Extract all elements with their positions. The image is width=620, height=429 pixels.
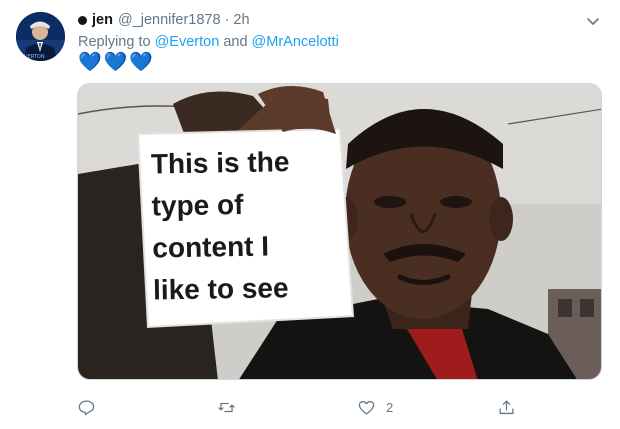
- tweet-image[interactable]: This is the type of content I like to se…: [77, 83, 602, 380]
- reply-button[interactable]: [77, 396, 96, 418]
- timestamp[interactable]: 2h: [233, 12, 249, 28]
- meme-line: content I: [152, 230, 270, 264]
- share-icon: [499, 400, 514, 414]
- avatar-image: EVERTON: [16, 12, 65, 61]
- svg-text:EVERTON: EVERTON: [21, 54, 45, 60]
- blue-heart-emoji: 💙: [78, 52, 102, 73]
- retweet-icon: [218, 402, 235, 412]
- meme-line: type of: [151, 188, 244, 222]
- tweet-card[interactable]: EVERTON jen @_jennifer1878 · 2h Replying…: [0, 0, 620, 429]
- user-handle[interactable]: @_jennifer1878: [118, 12, 221, 28]
- meme-line: This is the: [150, 146, 290, 180]
- mention-mrancelotti[interactable]: @MrAncelotti: [252, 34, 339, 50]
- meme-caption: This is the type of content I like to se…: [151, 140, 332, 311]
- heart-icon: [358, 400, 375, 414]
- chevron-down-icon[interactable]: [584, 12, 602, 30]
- tweet-actions: 2: [77, 396, 537, 418]
- share-button[interactable]: [497, 396, 516, 418]
- meme-line: like to see: [152, 272, 289, 306]
- protected-account-icon: [78, 15, 87, 25]
- replying-to: Replying to @Everton and @MrAncelotti: [78, 34, 339, 50]
- blue-heart-emoji: 💙: [129, 52, 154, 73]
- mention-everton[interactable]: @Everton: [155, 34, 220, 50]
- like-count: 2: [386, 399, 394, 415]
- display-name[interactable]: jen: [92, 12, 113, 28]
- replying-prefix: Replying to: [78, 34, 151, 50]
- retweet-button[interactable]: [217, 396, 236, 418]
- avatar[interactable]: EVERTON: [16, 12, 65, 61]
- replying-and: and: [223, 34, 248, 50]
- like-button[interactable]: 2: [357, 396, 393, 418]
- blue-heart-emoji: 💙: [103, 52, 128, 73]
- separator: ·: [224, 12, 230, 28]
- comment-icon: [78, 400, 95, 415]
- tweet-header: jen @_jennifer1878 · 2h: [78, 11, 250, 29]
- tweet-text: 💙 💙 💙: [78, 52, 154, 73]
